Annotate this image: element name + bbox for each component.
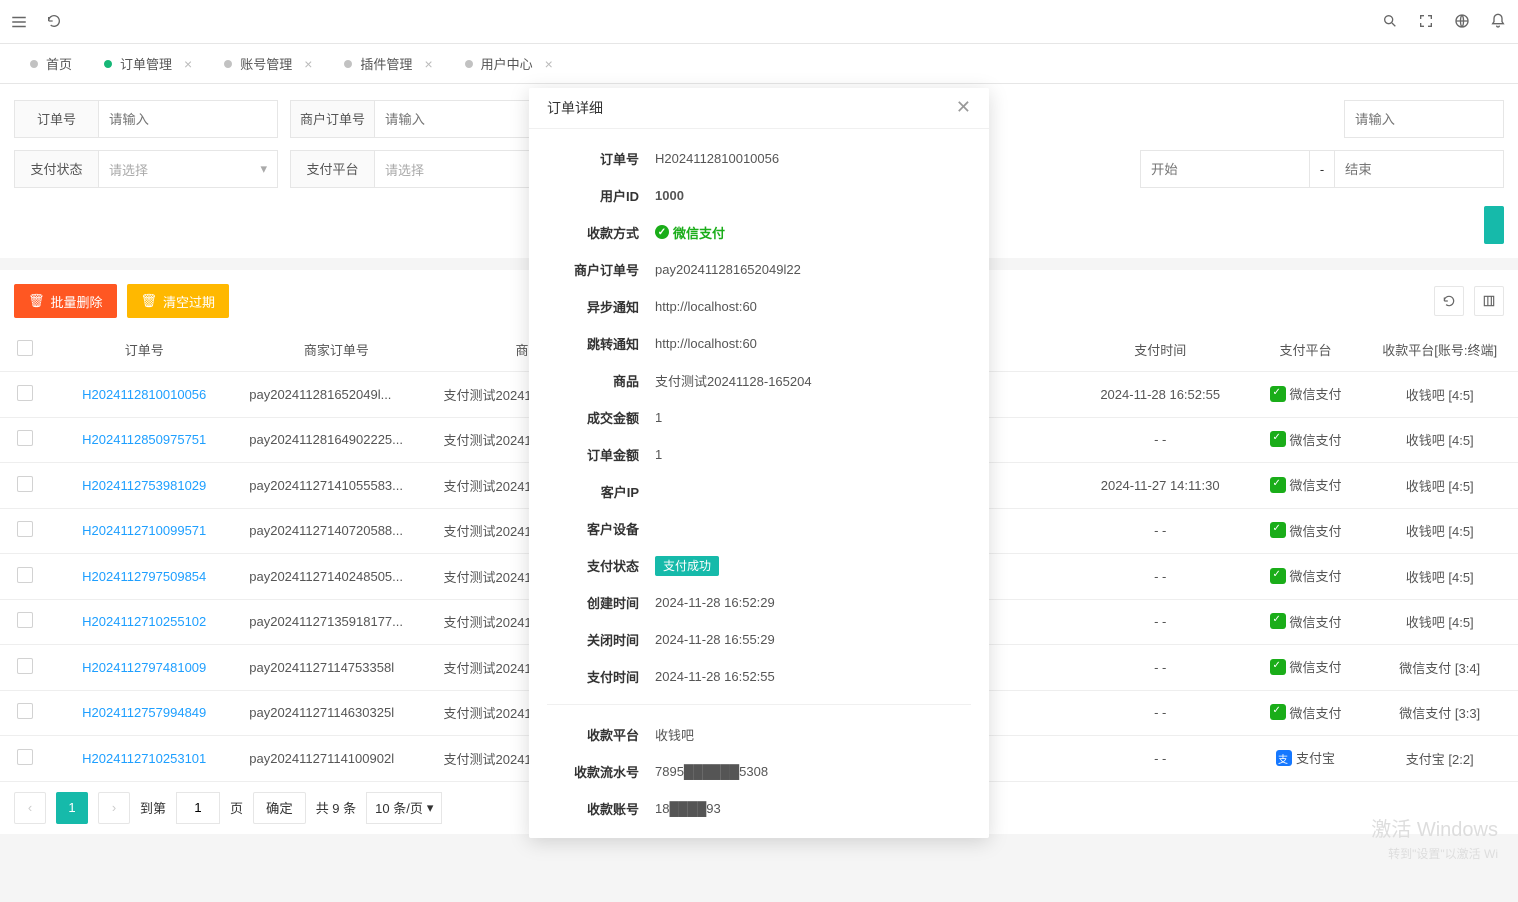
dl-product: 商品	[547, 371, 639, 390]
dl-async: 异步通知	[547, 297, 639, 316]
dv-orderamt: 1	[639, 447, 971, 462]
dv-pay: 2024-11-28 16:52:55	[639, 669, 971, 684]
dl-close: 关闭时间	[547, 630, 639, 649]
dv-paymethod: 微信支付	[639, 223, 971, 242]
dv-create: 2024-11-28 16:52:29	[639, 595, 971, 610]
dv-status: 支付成功	[639, 557, 971, 574]
modal-close-button[interactable]: ✕	[956, 97, 971, 118]
dv-close: 2024-11-28 16:55:29	[639, 632, 971, 647]
dl-status: 支付状态	[547, 556, 639, 575]
dv-userid: 1000	[639, 188, 971, 203]
dv-merchant: pay202411281652049l22	[639, 262, 971, 277]
dv-acct: 18████93	[639, 801, 971, 816]
dl-redirect: 跳转通知	[547, 334, 639, 353]
dv-async: http://localhost:60	[639, 299, 971, 314]
dl-plat: 收款平台	[547, 725, 639, 744]
detail-separator	[547, 704, 971, 705]
dl-clientip: 客户IP	[547, 482, 639, 501]
dl-orderamt: 订单金额	[547, 445, 639, 464]
dl-term: 收款终端	[547, 836, 639, 838]
dv-dealamt: 1	[639, 410, 971, 425]
dl-pay: 支付时间	[547, 667, 639, 686]
dl-userid: 用户ID	[547, 186, 639, 205]
modal-overlay: 订单详细 ✕ 订单号H2024112810010056 用户ID1000 收款方…	[0, 0, 1518, 902]
dv-serial: 7895██████5308	[639, 764, 971, 779]
dl-serial: 收款流水号	[547, 762, 639, 781]
dl-create: 创建时间	[547, 593, 639, 612]
dv-plat: 收钱吧	[639, 725, 971, 744]
dl-order: 订单号	[547, 149, 639, 168]
dl-clientdev: 客户设备	[547, 519, 639, 538]
dv-product: 支付测试20241128-165204	[639, 371, 971, 390]
dv-order: H2024112810010056	[639, 151, 971, 166]
dl-acct: 收款账号	[547, 799, 639, 818]
dl-paymethod: 收款方式	[547, 223, 639, 242]
modal-title: 订单详细	[547, 98, 603, 118]
order-detail-modal: 订单详细 ✕ 订单号H2024112810010056 用户ID1000 收款方…	[529, 88, 989, 838]
dl-dealamt: 成交金额	[547, 408, 639, 427]
dl-merchant: 商户订单号	[547, 260, 639, 279]
dv-redirect: http://localhost:60	[639, 336, 971, 351]
